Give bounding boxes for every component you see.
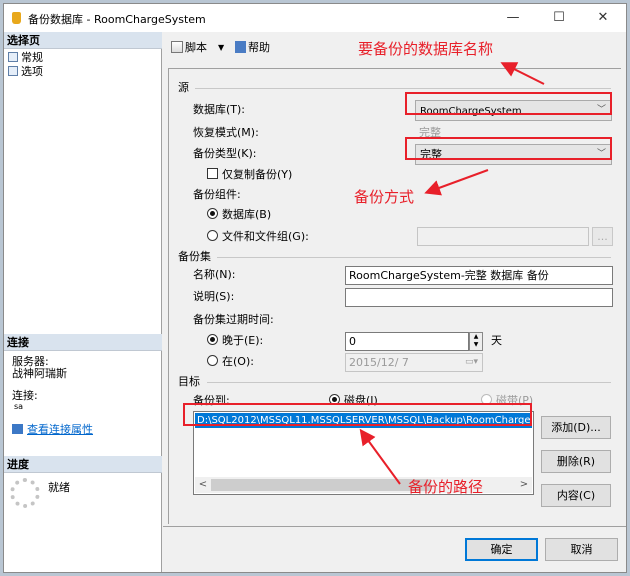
help-button[interactable]: 帮助 <box>235 41 270 55</box>
checkbox-icon <box>207 168 218 179</box>
backup-database-dialog: 备份数据库 - RoomChargeSystem — ☐ ✕ 选择页 常规 选项… <box>3 3 627 573</box>
source-group-label: 源 <box>178 81 189 94</box>
title-bar: 备份数据库 - RoomChargeSystem — ☐ ✕ <box>4 4 626 32</box>
backup-type-highlight-box <box>405 137 612 160</box>
radio-icon <box>207 230 218 241</box>
expire-after-radio[interactable]: 晚于(E): <box>207 333 263 349</box>
progress-status: 就绪 <box>48 481 70 494</box>
expire-date-picker[interactable]: 2015/12/ 7 ▭▾ <box>345 353 483 372</box>
annotation-backup-path: 备份的路径 <box>408 478 484 496</box>
connection-header: 连接 <box>4 334 162 351</box>
maximize-button[interactable]: ☐ <box>536 4 582 32</box>
server-value: 战神阿瑞斯 <box>12 367 67 380</box>
radio-icon <box>207 355 218 366</box>
left-pane: 选择页 常规 选项 连接 服务器: 战神阿瑞斯 连接: sa 查看连接属性 进度… <box>4 32 162 572</box>
expiration-label: 备份集过期时间: <box>193 313 274 326</box>
destination-group-label: 目标 <box>178 375 200 388</box>
progress-spinner-icon <box>10 478 40 508</box>
database-icon <box>12 12 21 24</box>
destination-separator <box>207 382 611 383</box>
radio-selected-icon <box>207 334 218 345</box>
dialog-footer: 确定 取消 <box>163 526 626 572</box>
chevron-right-icon[interactable]: > <box>516 477 532 493</box>
recovery-model-label: 恢复模式(M): <box>193 126 259 139</box>
database-highlight-box <box>405 92 612 115</box>
ok-button[interactable]: 确定 <box>465 538 538 561</box>
remove-destination-button[interactable]: 删除(R) <box>541 450 611 473</box>
select-page-header: 选择页 <box>4 32 162 49</box>
files-filegroups-field <box>417 227 589 246</box>
progress-header: 进度 <box>4 456 162 473</box>
script-button[interactable]: 脚本 <box>171 41 207 55</box>
copy-only-checkbox[interactable]: 仅复制备份(Y) <box>207 167 292 183</box>
page-general[interactable]: 常规 <box>8 51 43 65</box>
backup-name-label: 名称(N): <box>193 268 236 281</box>
close-button[interactable]: ✕ <box>580 4 626 32</box>
script-dropdown-arrow[interactable]: ▼ <box>218 41 224 55</box>
page-options[interactable]: 选项 <box>8 65 43 79</box>
page-icon <box>8 66 18 76</box>
component-database-radio[interactable]: 数据库(B) <box>207 207 271 223</box>
scrollbar-thumb[interactable] <box>211 479 431 491</box>
description-label: 说明(S): <box>193 290 235 303</box>
minimize-button[interactable]: — <box>490 4 536 32</box>
window-title: 备份数据库 - RoomChargeSystem <box>28 13 206 26</box>
page-icon <box>8 52 18 62</box>
backup-set-group-label: 备份集 <box>178 250 211 263</box>
database-label: 数据库(T): <box>193 103 246 116</box>
expire-on-radio[interactable]: 在(O): <box>207 354 254 370</box>
component-files-radio[interactable]: 文件和文件组(G): <box>207 229 309 245</box>
backup-component-label: 备份组件: <box>193 188 241 201</box>
files-browse-button[interactable]: ... <box>592 227 613 246</box>
expire-days-input[interactable]: 0 <box>345 332 469 351</box>
view-connection-properties-link[interactable]: 查看连接属性 <box>12 422 93 438</box>
contents-button[interactable]: 内容(C) <box>541 484 611 507</box>
backup-set-separator <box>217 257 611 258</box>
connection-value: sa <box>14 402 24 411</box>
description-input[interactable] <box>345 288 613 307</box>
annotation-backup-mode: 备份方式 <box>354 188 415 206</box>
backup-name-input[interactable]: RoomChargeSystem-完整 数据库 备份 <box>345 266 613 285</box>
connection-properties-icon <box>12 424 23 434</box>
expire-days-spinner[interactable]: ▲ ▼ <box>469 332 483 351</box>
add-destination-button[interactable]: 添加(D)... <box>541 416 611 439</box>
calendar-icon: ▭▾ <box>464 357 478 367</box>
source-separator <box>195 88 611 89</box>
chevron-left-icon[interactable]: < <box>195 477 211 493</box>
annotation-db-name: 要备份的数据库名称 <box>358 40 494 58</box>
radio-selected-icon <box>207 208 218 219</box>
backup-type-label: 备份类型(K): <box>193 147 257 160</box>
path-highlight-box <box>183 403 532 426</box>
days-unit-label: 天 <box>491 334 502 347</box>
help-icon <box>235 41 246 53</box>
script-icon <box>171 41 183 53</box>
cancel-button[interactable]: 取消 <box>545 538 618 561</box>
